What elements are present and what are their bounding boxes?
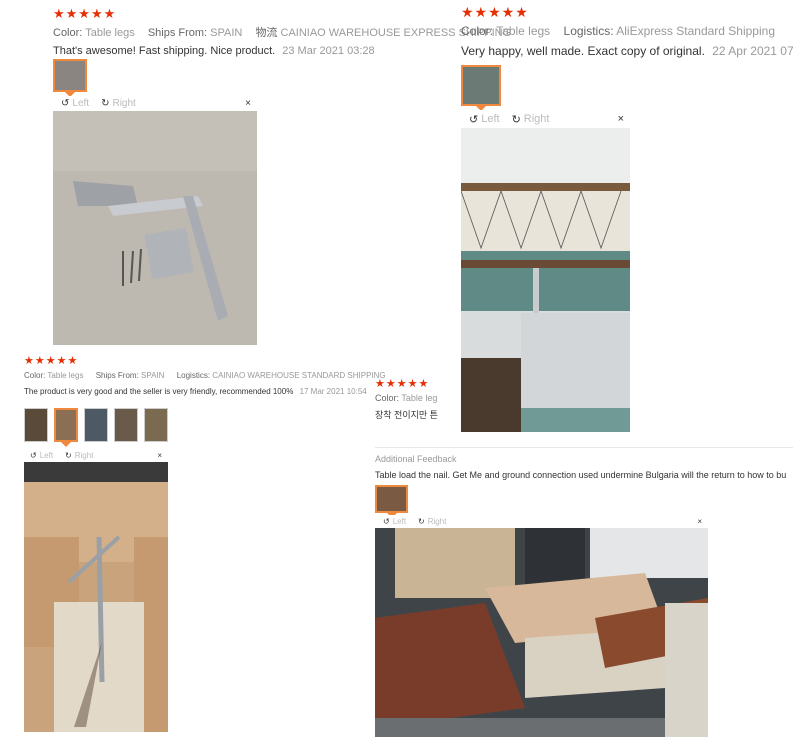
ships-value: SPAIN [141, 371, 165, 380]
review-date: 17 Mar 2021 10:54 [299, 387, 367, 396]
review-date: 23 Mar 2021 03:28 [282, 45, 375, 57]
rotate-right-icon: ↻ [418, 517, 425, 526]
logistics-label: 物流 [255, 27, 278, 39]
logistics-label: Logistics: [176, 371, 211, 380]
review-image-thumbnail[interactable] [84, 408, 108, 442]
rotate-left-label: Left [481, 113, 500, 125]
review-meta: Color: Table legs Ships From: SPAIN Logi… [24, 371, 386, 380]
rotate-right-label: Right [523, 113, 550, 125]
logistics-label: Logistics: [563, 24, 614, 38]
color-value: Table legs [496, 24, 551, 38]
additional-feedback-text: Table load the nail. Get Me and ground c… [375, 470, 787, 480]
review-1-thumbnails [53, 59, 87, 97]
ships-value: SPAIN [210, 27, 243, 39]
additional-feedback-thumbnails [375, 485, 408, 518]
review-photo-van-dinette-table [375, 528, 708, 737]
review-image-thumbnail[interactable] [375, 485, 408, 518]
close-icon[interactable]: × [618, 113, 624, 125]
review-meta: Color: Table legs Logistics: AliExpress … [461, 24, 793, 38]
review-image-thumbnail[interactable] [144, 408, 168, 442]
color-value: Table legs [85, 27, 135, 39]
rotate-left-icon: ↺ [383, 517, 390, 526]
review-text-row: Very happy, well made. Exact copy of ori… [461, 44, 793, 58]
color-label: Color: [461, 24, 494, 38]
rotate-right-button[interactable]: ↻ Right [512, 113, 550, 126]
ships-label: Ships From: [95, 371, 139, 380]
logistics-value: CAINIAO WAREHOUSE STANDARD SHIPPING [212, 371, 386, 380]
rotate-right-label: Right [427, 517, 447, 526]
rating-stars: ★★★★★ [461, 4, 529, 20]
rotate-left-icon: ↺ [30, 450, 37, 460]
color-label: Color: [24, 371, 46, 380]
ships-label: Ships From: [147, 27, 208, 39]
close-icon[interactable]: × [245, 98, 251, 109]
review-photo-van-kitchen-table [461, 128, 630, 432]
image-viewer-toolbar: ↺ Left ↻ Right × [375, 515, 708, 528]
review-meta: Color: Table legs Ships From: SPAIN 物流 C… [53, 24, 511, 40]
review-image-thumbnail[interactable] [114, 408, 138, 442]
review-text: That's awesome! Fast shipping. Nice prod… [53, 45, 276, 57]
image-viewer-toolbar: ↺ Left ↻ Right × [24, 448, 168, 462]
rotate-left-label: Left [72, 98, 90, 109]
rotate-right-label: Right [74, 450, 94, 460]
review-image-thumbnail[interactable] [53, 59, 87, 97]
rotate-right-icon: ↻ [65, 450, 72, 460]
rotate-left-button[interactable]: ↺ Left [383, 517, 406, 526]
rotate-right-icon: ↻ [511, 113, 521, 126]
rotate-right-icon: ↻ [101, 98, 110, 109]
review-photo-table-leg-on-carpet [53, 111, 257, 345]
color-value: Table legs [47, 371, 84, 380]
review-2-thumbnails [461, 65, 501, 111]
review-3: ★★★★★ Color: Table legs Ships From: SPAI… [24, 354, 386, 396]
review-text: Very happy, well made. Exact copy of ori… [461, 44, 705, 58]
rotate-left-button[interactable]: ↺ Left [61, 98, 89, 109]
review-2: ★★★★★ Color: Table legs Logistics: AliEx… [461, 4, 793, 58]
rotate-left-label: Left [392, 517, 407, 526]
review-4: ★★★★★ Color: Table leg 장착 전이지만 튼 [375, 377, 438, 421]
review-image-thumbnail[interactable] [24, 408, 48, 442]
rotate-right-button[interactable]: ↻ Right [65, 451, 93, 460]
rotate-right-button[interactable]: ↻ Right [418, 517, 446, 526]
rotate-left-button[interactable]: ↺ Left [30, 451, 53, 460]
review-text: The product is very good and the seller … [24, 387, 294, 396]
review-image-thumbnail[interactable] [54, 408, 78, 447]
rotate-right-label: Right [112, 98, 136, 109]
color-label: Color: [53, 27, 83, 39]
rating-stars: ★★★★★ [375, 378, 430, 390]
review-image-thumbnail[interactable] [461, 65, 501, 111]
review-text-row: The product is very good and the seller … [24, 387, 386, 396]
review-date: 22 Apr 2021 07:42 [712, 44, 793, 58]
close-icon[interactable]: × [157, 451, 162, 460]
review-text-row: That's awesome! Fast shipping. Nice prod… [53, 45, 511, 57]
logistics-value: AliExpress Standard Shipping [616, 24, 775, 38]
color-value: Table leg [401, 393, 438, 403]
close-icon[interactable]: × [697, 517, 702, 526]
additional-feedback: Additional Feedback Table load the nail.… [375, 454, 793, 480]
rotate-right-button[interactable]: ↻ Right [101, 98, 136, 109]
rotate-left-icon: ↺ [61, 98, 70, 109]
rotate-left-button[interactable]: ↺ Left [469, 113, 500, 126]
image-viewer-toolbar: ↺ Left ↻ Right × [53, 96, 257, 111]
rating-stars: ★★★★★ [24, 355, 79, 367]
rotate-left-label: Left [39, 450, 54, 460]
review-3-thumbnails [24, 408, 168, 447]
review-meta: Color: Table leg [375, 393, 438, 403]
additional-feedback-label: Additional Feedback [375, 454, 457, 464]
rotate-left-icon: ↺ [469, 113, 479, 126]
review-text: 장착 전이지만 튼 [375, 410, 438, 420]
rating-stars: ★★★★★ [53, 6, 117, 21]
review-1: ★★★★★ Color: Table legs Ships From: SPAI… [53, 6, 511, 57]
review-photo-camper-table-leg [24, 462, 168, 732]
additional-feedback-divider [375, 447, 793, 448]
image-viewer-toolbar: ↺ Left ↻ Right × [461, 110, 630, 128]
color-label: Color: [375, 393, 400, 403]
